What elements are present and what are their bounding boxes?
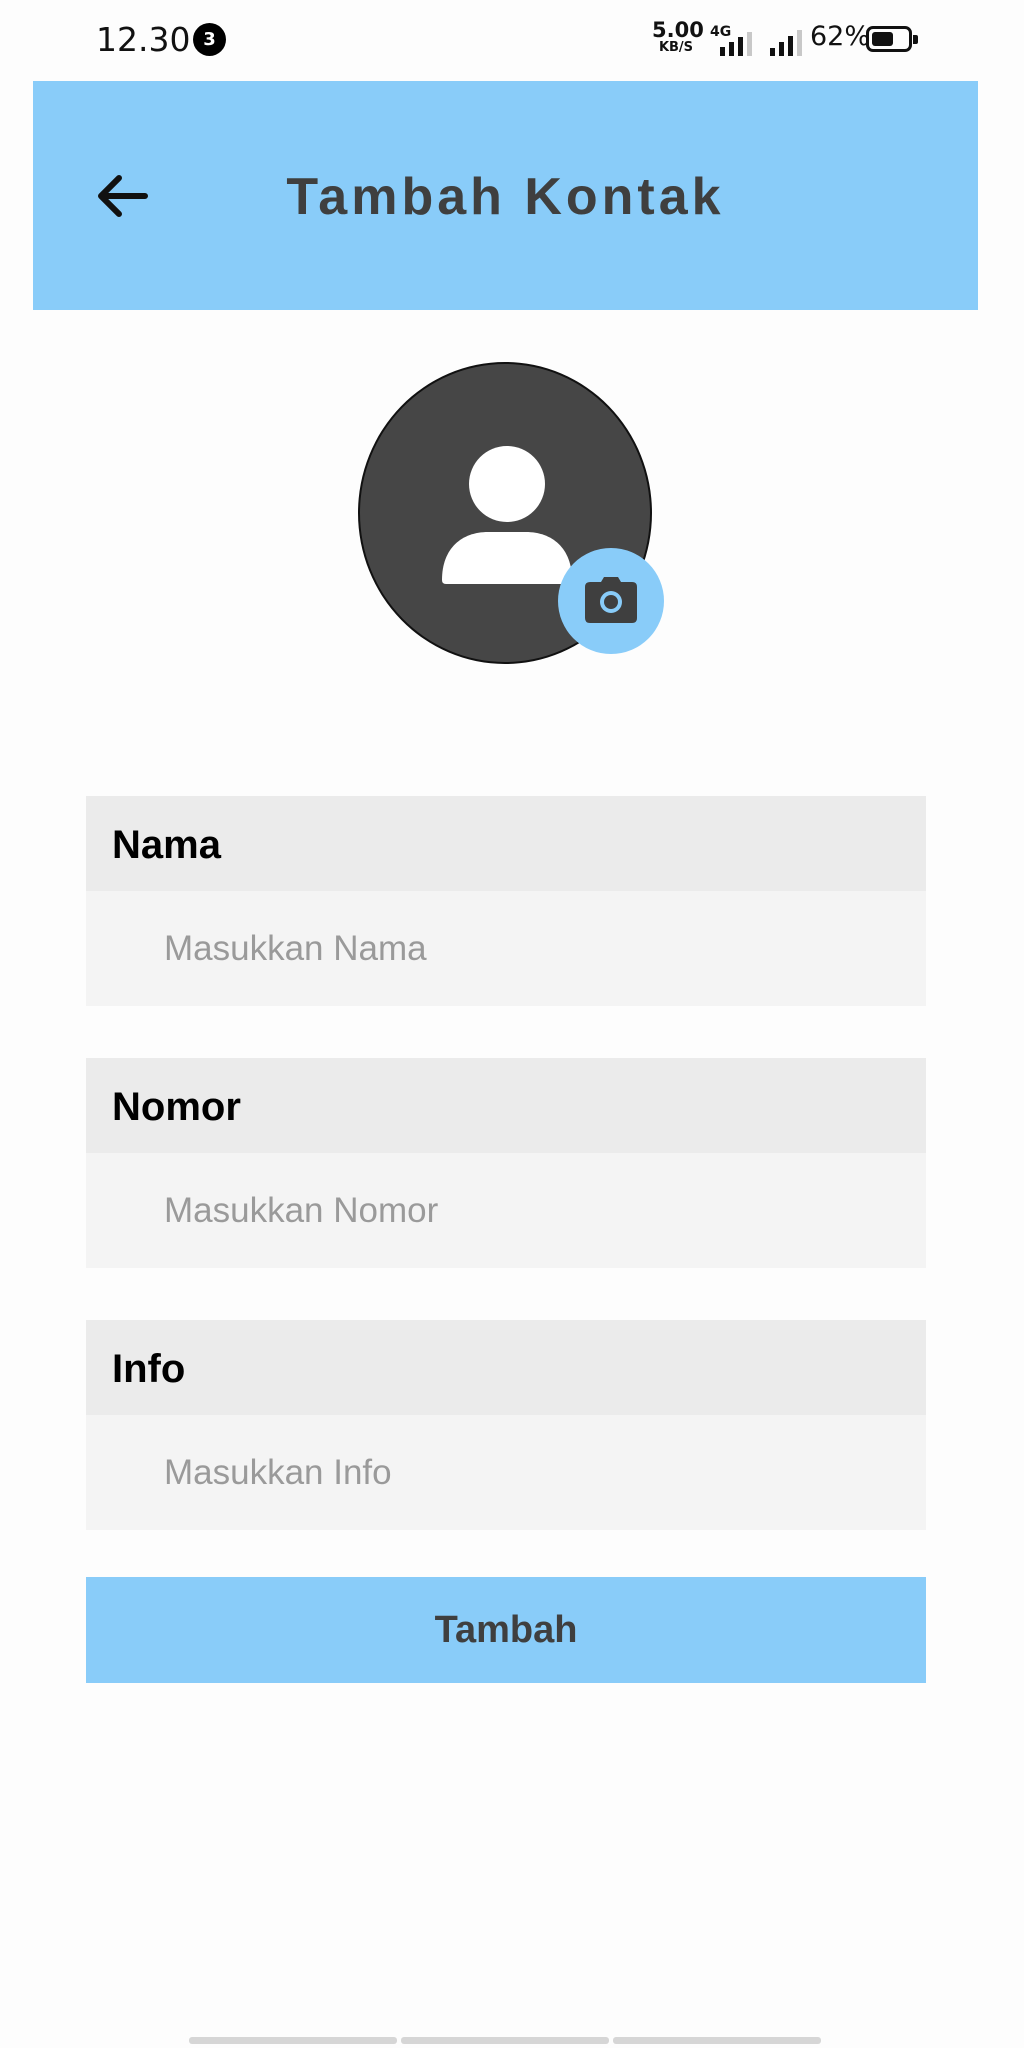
notification-count-badge: 3 <box>193 23 226 56</box>
info-input[interactable] <box>86 1415 926 1530</box>
page-title: Tambah Kontak <box>286 168 725 226</box>
camera-icon <box>585 577 637 623</box>
status-bar: 12.30 3 5.00 KB/S 4G 62% <box>0 0 1024 80</box>
info-field-group: Info <box>86 1320 926 1530</box>
status-time: 12.30 <box>96 20 191 59</box>
network-speed-value: 5.00 <box>652 18 704 42</box>
network-speed: 5.00 KB/S <box>652 18 704 55</box>
add-contact-button[interactable]: Tambah <box>86 1577 926 1683</box>
info-field-label: Info <box>86 1320 926 1415</box>
change-photo-button[interactable] <box>558 548 664 654</box>
number-input[interactable] <box>86 1153 926 1268</box>
battery-icon <box>866 26 918 52</box>
network-speed-unit: KB/S <box>658 40 694 55</box>
number-field-group: Nomor <box>86 1058 926 1268</box>
mobile-data-icon: 4G <box>708 24 756 56</box>
name-field-label: Nama <box>86 796 926 891</box>
name-field-group: Nama <box>86 796 926 1006</box>
avatar-picker <box>358 362 664 668</box>
battery-fill <box>872 32 893 46</box>
battery-percent: 62% <box>810 21 871 52</box>
name-input[interactable] <box>86 891 926 1006</box>
gesture-navigation-bar <box>189 2037 821 2044</box>
signal-icon <box>770 26 806 56</box>
number-field-label: Nomor <box>86 1058 926 1153</box>
app-bar: Tambah Kontak <box>33 81 978 310</box>
